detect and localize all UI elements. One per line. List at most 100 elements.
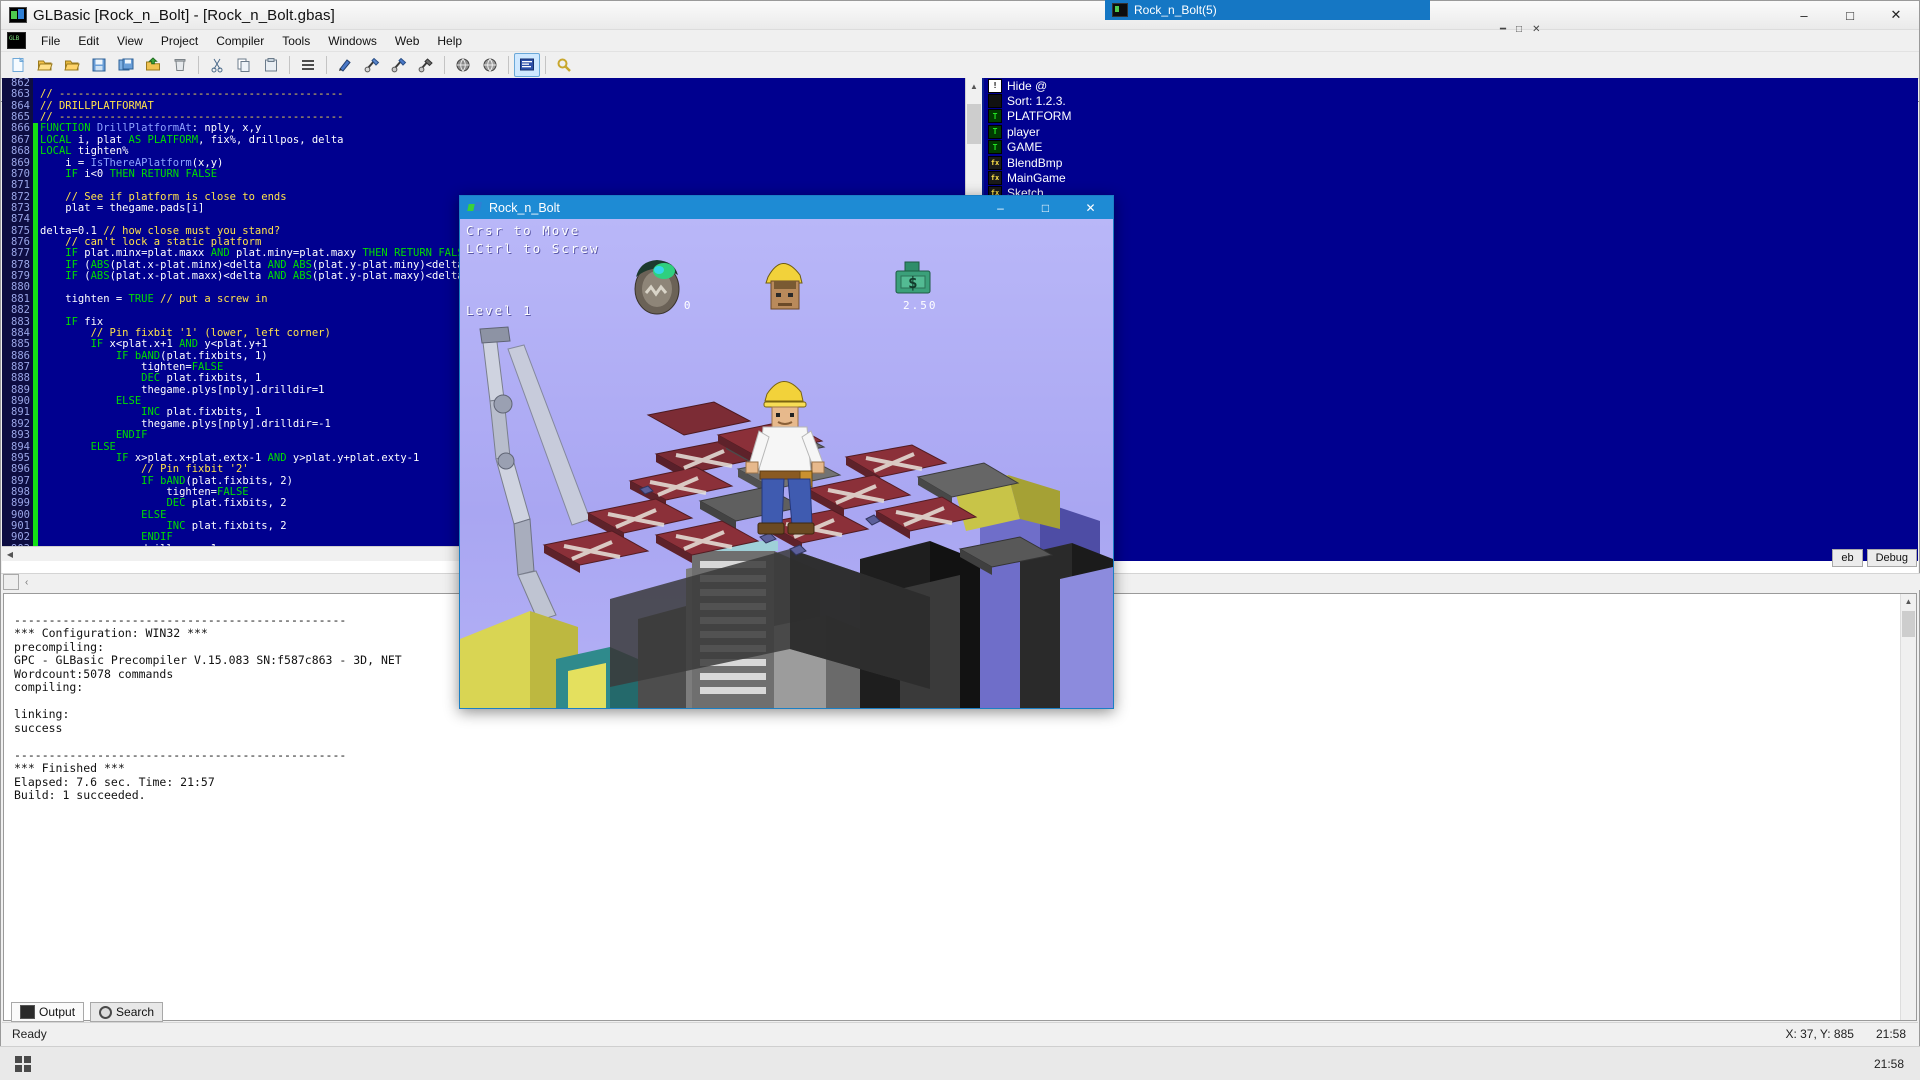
menu-view[interactable]: View xyxy=(108,32,152,50)
secondary-maximize-icon[interactable]: □ xyxy=(1516,24,1522,35)
symbol-item-label: Hide @ xyxy=(1007,78,1048,93)
toolbar-separator-2 xyxy=(289,56,290,74)
symbol-item-label: Sort: 1.2.3. xyxy=(1007,94,1066,109)
menu-file[interactable]: File xyxy=(32,32,69,50)
ide-title-bar: GLBasic [Rock_n_Bolt] - [Rock_n_Bolt.gba… xyxy=(1,1,1919,30)
tab-search[interactable]: Search xyxy=(90,1002,164,1022)
scroll-up-arrow[interactable]: ▲ xyxy=(966,78,982,94)
stop-build-icon[interactable] xyxy=(413,53,439,77)
game-app-icon xyxy=(467,201,483,214)
build-icon[interactable] xyxy=(359,53,385,77)
toolbar-separator-5 xyxy=(508,56,509,74)
output-scroll-up-arrow[interactable]: ▲ xyxy=(1901,594,1916,609)
game-title-text: Rock_n_Bolt xyxy=(489,200,560,215)
symbol-item-sort-1-2-3[interactable]: Sort: 1.2.3. xyxy=(984,93,1918,109)
scroll-left-arrow[interactable]: ◀ xyxy=(2,550,18,559)
collapse-arrow-icon[interactable]: ‹ xyxy=(25,577,28,588)
search-icon[interactable] xyxy=(551,53,577,77)
hud-cash-icon: $ xyxy=(895,261,931,294)
line-number: 868 xyxy=(11,145,30,158)
search-tab-icon xyxy=(99,1005,113,1019)
secondary-close-icon[interactable]: ✕ xyxy=(1532,24,1540,35)
function-icon: fx xyxy=(988,155,1002,170)
line-number: 893 xyxy=(11,429,30,442)
paste-icon[interactable] xyxy=(258,53,284,77)
game-maximize-button[interactable]: □ xyxy=(1023,196,1068,219)
symbol-item-player[interactable]: Tplayer xyxy=(984,124,1918,139)
toolbar-separator-6 xyxy=(545,56,546,74)
symbol-item-sketch[interactable]: fx Sketch xyxy=(984,186,1918,201)
line-number: 863 xyxy=(11,88,30,101)
symbol-item-label: player xyxy=(1007,124,1040,139)
code-line[interactable]: LOCAL i, plat AS PLATFORM, fix%, drillpo… xyxy=(40,134,965,146)
tab-output[interactable]: Output xyxy=(11,1002,85,1022)
export-icon[interactable] xyxy=(140,53,166,77)
menu-bar: File Edit View Project Compiler Tools Wi… xyxy=(1,30,1919,52)
symbol-item-platform[interactable]: T PLATFORM xyxy=(984,109,1918,124)
symbol-item-hide[interactable]: ! Hide @ xyxy=(984,78,1918,93)
menu-compiler[interactable]: Compiler xyxy=(207,32,273,50)
copy-icon[interactable] xyxy=(231,53,257,77)
symbol-item-blendbmp[interactable]: fx BlendBmp xyxy=(984,155,1918,170)
game-close-button[interactable]: ✕ xyxy=(1068,196,1113,219)
secondary-minimize-icon[interactable]: ━ xyxy=(1500,24,1506,35)
toolbar xyxy=(1,52,1919,79)
taskbar-window-entry[interactable]: Rock_n_Bolt(5) xyxy=(1105,0,1430,20)
glbasic-app-icon xyxy=(9,7,27,23)
menu-tools[interactable]: Tools xyxy=(273,32,319,50)
code-line[interactable]: // -------------------------------------… xyxy=(40,89,965,100)
minimize-button[interactable]: – xyxy=(1781,1,1827,29)
globe-alt-icon[interactable] xyxy=(477,53,503,77)
open-project-icon[interactable] xyxy=(59,53,85,77)
debug-button[interactable]: Debug xyxy=(1866,549,1917,567)
line-number-gutter: 862 863 864 865 866 867 868 869 870 871 872 873 874 8… xyxy=(2,78,33,561)
symbol-item-game[interactable]: T GAME xyxy=(984,140,1918,155)
game-window-controls: – □ ✕ xyxy=(978,196,1113,219)
line-number: 871 xyxy=(11,179,30,192)
menu-web[interactable]: Web xyxy=(386,32,428,50)
line-number: 888 xyxy=(11,372,30,385)
modified-lines-marker xyxy=(33,123,38,561)
tab-label: Output xyxy=(39,1005,76,1019)
cut-icon[interactable] xyxy=(204,53,230,77)
format-lines-icon[interactable] xyxy=(295,53,321,77)
output-vertical-scrollbar[interactable]: ▲ xyxy=(1900,594,1916,1020)
game-minimize-button[interactable]: – xyxy=(978,196,1023,219)
windows-taskbar: 21:58 xyxy=(0,1046,1920,1080)
symbol-browser-panel[interactable]: ! Hide @ Sort: 1.2.3. T PLATFORM Tplayer T GAME… xyxy=(982,78,1918,561)
delete-icon[interactable] xyxy=(167,53,193,77)
web-button[interactable]: eb xyxy=(1832,549,1863,567)
tab-label: Search xyxy=(116,1005,155,1019)
save-icon[interactable] xyxy=(86,53,112,77)
scroll-thumb[interactable] xyxy=(967,104,981,144)
symbol-item-label: BlendBmp xyxy=(1007,155,1063,170)
splitter-grip[interactable] xyxy=(3,574,19,590)
status-message: Ready xyxy=(12,1027,47,1041)
build-run-icon[interactable] xyxy=(386,53,412,77)
save-all-icon[interactable] xyxy=(113,53,139,77)
menu-edit[interactable]: Edit xyxy=(69,32,108,50)
output-scroll-thumb[interactable] xyxy=(1902,611,1915,637)
close-button[interactable]: ✕ xyxy=(1873,1,1919,29)
toolbar-separator-4 xyxy=(444,56,445,74)
maximize-button[interactable]: □ xyxy=(1827,1,1873,29)
properties-panel-icon[interactable] xyxy=(514,53,540,77)
menu-windows[interactable]: Windows xyxy=(319,32,386,50)
taskbar-window-title: Rock_n_Bolt(5) xyxy=(1134,3,1217,17)
game-canvas[interactable]: Crsr to Move LCtrl to Screw Level 1 1: 0… xyxy=(460,219,1113,708)
new-file-icon[interactable] xyxy=(5,53,31,77)
toolbar-separator-3 xyxy=(326,56,327,74)
globe-icon[interactable] xyxy=(450,53,476,77)
screen: GLBasic [Rock_n_Bolt] - [Rock_n_Bolt.gba… xyxy=(0,0,1920,1080)
open-file-icon[interactable] xyxy=(32,53,58,77)
menu-help[interactable]: Help xyxy=(428,32,471,50)
code-line[interactable]: IF i<0 THEN RETURN FALSE xyxy=(40,168,965,180)
sort-icon xyxy=(988,94,1002,109)
line-number: 899 xyxy=(11,497,30,510)
menu-project[interactable]: Project xyxy=(152,32,207,50)
hide-icon: ! xyxy=(988,78,1002,93)
compile-icon[interactable] xyxy=(332,53,358,77)
start-button[interactable] xyxy=(0,1047,46,1080)
symbol-item-maingame[interactable]: fx MainGame xyxy=(984,170,1918,186)
taskbar-clock[interactable]: 21:58 xyxy=(1874,1057,1920,1071)
